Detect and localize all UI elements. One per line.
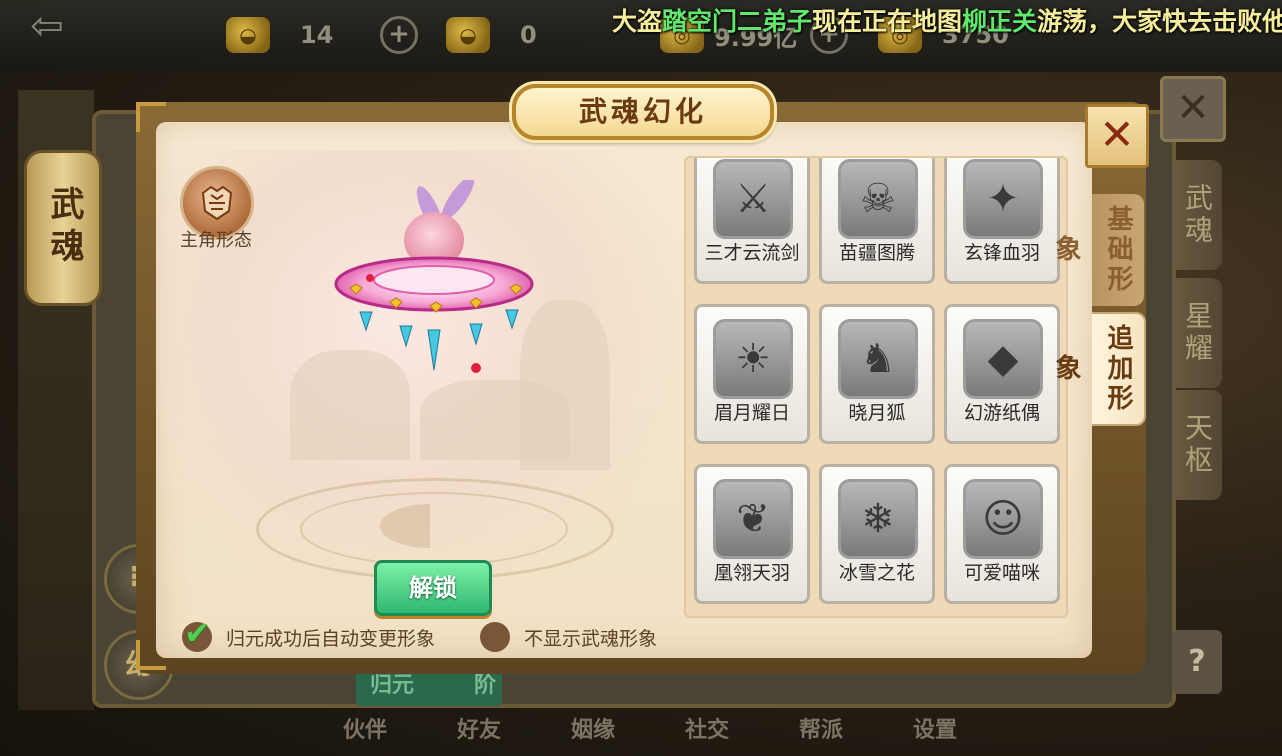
broadcast-marquee: 大盗踏空门二弟子现在正在地图柳正关游荡，大家快去击败他 <box>612 2 1282 38</box>
locked-gold-ingot-icon: ◒ <box>446 17 490 53</box>
sun-moon-icon: ☀ <box>713 319 793 399</box>
guiyuan-label: 归元 <box>370 673 415 698</box>
snowflake-icon: ❄ <box>838 479 918 559</box>
feather-wing-icon: ✦ <box>963 159 1043 239</box>
main-role-form-label: 主角形态 <box>180 230 252 251</box>
add-gold-ingot-button[interactable]: + <box>380 16 418 54</box>
auto-change-label: 归元成功后自动变更形象 <box>226 627 436 650</box>
dialog-title: 武魂幻化 <box>578 95 707 128</box>
crossed-swords-icon: ⚔ <box>713 159 793 239</box>
gold-ingot-resource: ◒ 14 + <box>226 16 418 54</box>
bg-tab-tianshu[interactable]: 天枢 <box>1172 390 1222 500</box>
background-close-icon[interactable]: ✕ <box>1160 76 1226 142</box>
form-cell[interactable]: ♞ 晓月狐 <box>819 304 935 444</box>
form-cell[interactable]: ❄ 冰雪之花 <box>819 464 935 604</box>
form-name: 晓月狐 <box>848 402 906 424</box>
armor-icon <box>201 185 233 221</box>
marquee-part1: 大盗 <box>612 7 663 36</box>
form-name: 冰雪之花 <box>838 562 915 584</box>
unlock-button[interactable]: 解锁 <box>374 560 492 616</box>
marquee-part2: 现在正在地图 <box>812 7 963 36</box>
form-cell[interactable]: ❦ 凰翎天羽 <box>694 464 810 604</box>
bg-tab-xingyao[interactable]: 星耀 <box>1172 278 1222 388</box>
phoenix-icon: ❦ <box>713 479 793 559</box>
form-cell[interactable]: ☠ 苗疆图腾 <box>819 158 935 284</box>
close-icon[interactable]: ✕ <box>1085 104 1149 168</box>
hide-wuhun-checkbox[interactable] <box>480 622 510 652</box>
nav-friends[interactable]: 好友 <box>444 712 514 752</box>
form-grid-panel[interactable]: ⚔ 三才云流剑 ☠ 苗疆图腾 ✦ 玄锋血羽 ☀ 眉月耀日 ♞ 晓月狐 ◆ 幻游纸偶 ❦ 凰翎天羽 ❄ 冰雪之花… <box>684 156 1068 618</box>
nav-settings[interactable]: 设置 <box>900 712 970 752</box>
nav-marriage[interactable]: 姻缘 <box>558 712 628 752</box>
yinyang-icon <box>380 504 480 548</box>
form-cell[interactable]: ☀ 眉月耀日 <box>694 304 810 444</box>
wuhun-lantern-label: 武魂 <box>24 150 102 306</box>
paper-puppet-icon: ◆ <box>963 319 1043 399</box>
auto-change-option[interactable]: ✔ 归元成功后自动变更形象 <box>182 614 436 652</box>
form-name: 幻游纸偶 <box>963 402 1040 424</box>
guiyuan-suffix: 阶 <box>474 673 497 698</box>
locked-gold-ingot-resource: ◒ 0 <box>446 16 600 54</box>
tab-basic-form[interactable]: 基础形象 <box>1051 194 1144 306</box>
nav-partner[interactable]: 伙伴 <box>330 712 400 752</box>
form-name: 眉月耀日 <box>713 402 790 424</box>
nav-guild[interactable]: 帮派 <box>786 712 856 752</box>
marquee-map-name: 柳正关 <box>962 7 1038 36</box>
hide-wuhun-option[interactable]: 不显示武魂形象 <box>480 622 657 652</box>
auto-change-checkbox[interactable]: ✔ <box>182 614 212 652</box>
locked-gold-ingot-value: 0 <box>520 21 537 49</box>
form-name: 凰翎天羽 <box>713 562 790 584</box>
back-arrow-icon[interactable]: ⇦ <box>18 6 76 46</box>
totem-mask-icon: ☠ <box>838 159 918 239</box>
fox-icon: ♞ <box>838 319 918 399</box>
gold-ingot-icon: ◒ <box>226 17 270 53</box>
gold-ingot-value: 14 <box>300 21 334 49</box>
checkmark-icon: ✔ <box>184 614 211 652</box>
dialog-title-plate: 武魂幻化 <box>512 84 774 140</box>
form-name: 可爱喵咪 <box>963 562 1040 584</box>
form-name: 苗疆图腾 <box>838 242 915 264</box>
bg-tab-wuhun[interactable]: 武魂 <box>1172 160 1222 270</box>
marquee-part3: 游荡，大家快去击败他 <box>1037 7 1282 36</box>
hide-wuhun-label: 不显示武魂形象 <box>524 627 658 650</box>
marquee-npc-name: 踏空门二弟子 <box>662 7 813 36</box>
bottom-nav: 伙伴 好友 姻缘 社交 帮派 设置 <box>330 712 970 752</box>
nav-social[interactable]: 社交 <box>672 712 742 752</box>
form-grid: ⚔ 三才云流剑 ☠ 苗疆图腾 ✦ 玄锋血羽 ☀ 眉月耀日 ♞ 晓月狐 ◆ 幻游纸偶 ❦ 凰翎天羽 ❄ 冰雪之花… <box>694 158 1060 604</box>
form-name: 三才云流剑 <box>704 242 800 264</box>
wuhun-pet-model <box>334 180 534 373</box>
cat-icon: ☺ <box>963 479 1043 559</box>
form-cell[interactable]: ☺ 可爱喵咪 <box>944 464 1060 604</box>
form-cell[interactable]: ⚔ 三才云流剑 <box>694 158 810 284</box>
tab-extra-form[interactable]: 追加形象 <box>1051 312 1146 426</box>
help-button[interactable]: ? <box>1172 630 1222 694</box>
